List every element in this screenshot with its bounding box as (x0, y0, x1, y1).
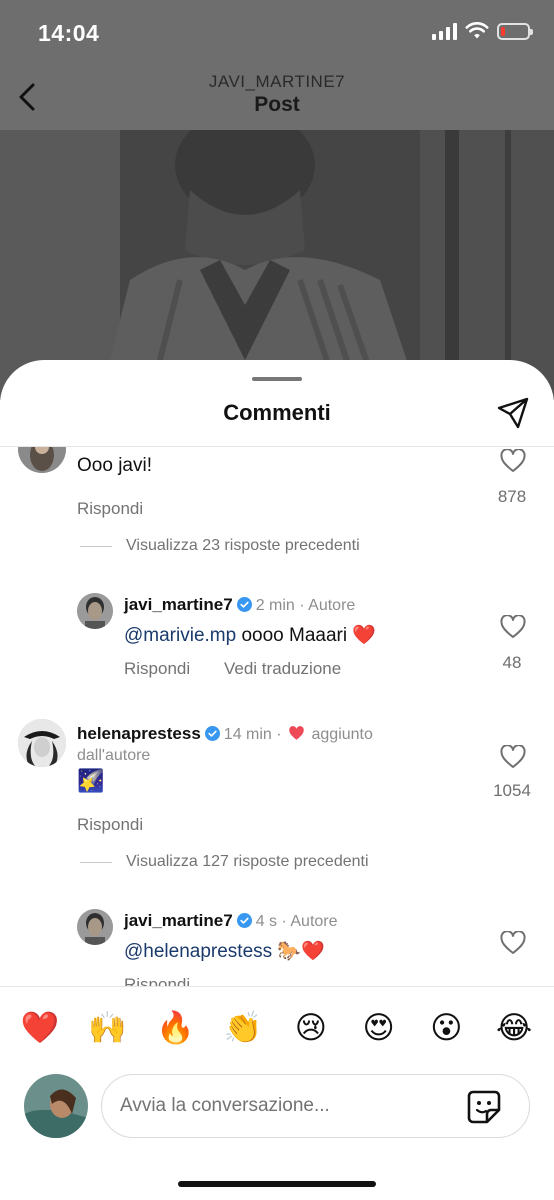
battery-icon (497, 22, 533, 40)
reaction-fire[interactable]: 🔥 (151, 1013, 199, 1044)
heart-outline-icon (500, 930, 526, 954)
status-time: 14:04 (38, 20, 100, 46)
heart-outline-icon (500, 448, 526, 472)
reaction-laughing[interactable]: 😂 (490, 1013, 538, 1044)
view-replies-label: Visualizza 127 risposte precedenti (126, 853, 369, 870)
reaction-surprised[interactable]: 😮 (422, 1013, 470, 1044)
comment-header: javi_martine7 2 min · Autore (124, 595, 355, 615)
like-button[interactable] (500, 930, 526, 955)
verified-badge-icon (236, 913, 252, 928)
signal-icon (432, 22, 457, 40)
avatar (24, 1074, 88, 1138)
mention-link[interactable]: @marivie.mp (124, 625, 236, 646)
like-button[interactable] (500, 744, 526, 769)
avatar[interactable] (18, 447, 66, 473)
comment-text: Ooo javi! (77, 455, 152, 476)
comment-text: 🌠 (77, 769, 105, 794)
paper-plane-icon (497, 397, 529, 429)
wifi-icon (465, 22, 489, 39)
liked-by-author-label-2: dall'autore (77, 747, 151, 764)
status-bar: 14:04 (0, 0, 554, 66)
divider (80, 545, 112, 547)
comment-text: @helenaprestess 🐎❤️ (124, 939, 325, 963)
liked-by-author-label: aggiunto (311, 726, 373, 743)
like-count: 48 (502, 653, 522, 672)
like-count: 878 (497, 487, 527, 506)
comment-header: javi_martine7 4 s · Autore (124, 911, 338, 931)
translate-button[interactable]: Vedi traduzione (224, 659, 341, 679)
like-button[interactable] (500, 448, 526, 473)
view-replies-label: Visualizza 23 risposte precedenti (126, 537, 360, 554)
comment-meta: 4 s · Autore (255, 913, 338, 930)
comment-body: oooo Maaari ❤️ (236, 625, 377, 646)
reaction-raised-hands[interactable]: 🙌 (84, 1013, 132, 1044)
sticker-button[interactable] (465, 1088, 503, 1126)
status-icons (432, 22, 533, 40)
sheet-grabber[interactable] (252, 377, 302, 381)
reaction-heart-eyes[interactable]: 😍 (355, 1013, 403, 1044)
comment-username[interactable]: javi_martine7 (124, 595, 233, 614)
heart-outline-icon (500, 744, 526, 768)
reaction-heart[interactable]: ❤️ (16, 1013, 64, 1044)
comment-time: 14 min · (223, 726, 282, 743)
page-title: Post (254, 93, 300, 116)
view-replies-button[interactable]: Visualizza 127 risposte precedenti (80, 853, 369, 871)
post-author-username: JAVI_MARTINE7 (208, 72, 346, 91)
like-count: 1054 (493, 781, 531, 800)
reply-button[interactable]: Rispondi (77, 815, 143, 835)
reply-button[interactable]: Rispondi (124, 659, 190, 679)
mention-link[interactable]: @helenaprestess (124, 941, 272, 962)
comment-input-box (101, 1074, 530, 1138)
quick-reactions-bar: ❤️ 🙌 🔥 👏 😢 😍 😮 😂 (0, 986, 554, 1070)
post-header: JAVI_MARTINE7 Post (0, 66, 554, 130)
share-button[interactable] (496, 396, 530, 430)
comments-list: Ooo javi! Rispondi 878 Visualizza 23 ris… (0, 447, 554, 987)
reaction-clap[interactable]: 👏 (219, 1013, 267, 1044)
comment-text: @marivie.mp oooo Maaari ❤️ (124, 623, 376, 647)
reply-button[interactable]: Rispondi (77, 499, 143, 519)
comment-username[interactable]: javi_martine7 (124, 911, 233, 930)
comment-body: 🐎❤️ (272, 941, 325, 962)
like-button[interactable] (500, 614, 526, 639)
red-heart-icon (289, 726, 304, 740)
divider (80, 861, 112, 863)
comment-header: helenaprestess 14 min · aggiunto dall'aut… (77, 723, 417, 766)
avatar[interactable] (77, 593, 113, 629)
reaction-crying[interactable]: 😢 (287, 1013, 335, 1044)
avatar[interactable] (18, 719, 66, 767)
comment-input[interactable] (120, 1075, 450, 1137)
verified-badge-icon (204, 726, 220, 741)
sticker-icon (467, 1090, 501, 1124)
avatar[interactable] (77, 909, 113, 945)
comment-meta: 2 min · Autore (255, 597, 356, 614)
heart-outline-icon (500, 614, 526, 638)
sheet-title: Commenti (223, 400, 331, 425)
view-replies-button[interactable]: Visualizza 23 risposte precedenti (80, 537, 360, 555)
verified-badge-icon (236, 597, 252, 612)
comment-username[interactable]: helenaprestess (77, 724, 201, 743)
home-indicator[interactable] (178, 1181, 376, 1187)
